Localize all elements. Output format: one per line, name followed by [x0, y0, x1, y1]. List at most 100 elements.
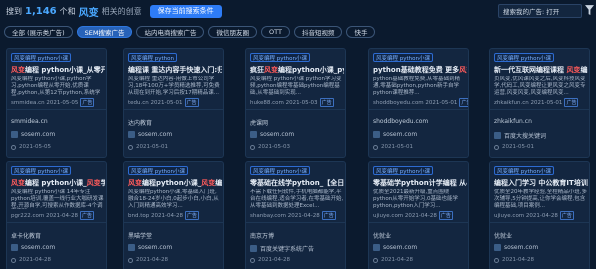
- ad-title[interactable]: 零基础在线学python_【全日...: [250, 178, 344, 188]
- ad-date: 2021-05-03: [258, 144, 290, 150]
- ad-title[interactable]: 新一代互联网编程课程 风变编...: [494, 65, 588, 75]
- source-name: 百度关键字系统广告: [260, 246, 315, 253]
- tab-sem[interactable]: SEM搜索广告: [76, 26, 133, 38]
- keyword-highlight: 风变: [11, 179, 25, 187]
- ad-meta: zhkaikfun.cn 2021-05-01 广告: [494, 98, 579, 107]
- advertiser-name: 虎课网: [250, 120, 269, 127]
- source-name: sosem.com: [21, 244, 56, 251]
- tab-douyin[interactable]: 抖音短视频: [293, 26, 343, 38]
- keyword-highlight: 风变: [459, 66, 467, 74]
- ad-card[interactable]: 风变编程 python小课风变编程 python小课_风变学编...风变编程 p…: [6, 161, 107, 269]
- ad-domain-date: smmidea.cn 2021-05-05: [11, 99, 79, 106]
- ad-description: 优质全2021最新升级,重点围绕python从零开始学习,0基础也能学pytho…: [373, 189, 458, 209]
- source-name: sosem.com: [260, 131, 295, 138]
- divider: [369, 109, 468, 110]
- clock-icon: [128, 257, 133, 263]
- ad-title[interactable]: 风变编程 python小课_风变学编...: [11, 178, 105, 188]
- clock-icon: [494, 257, 499, 263]
- ad-badge: 广告: [80, 98, 95, 107]
- ad-meta: shanbay.com 2021-04-28 广告: [250, 211, 336, 220]
- ad-description: 风变编程 python小课 python学习变频,python编程零基础pyth…: [250, 76, 342, 96]
- keyword-tag: 风变编程 python小课: [494, 53, 554, 62]
- ad-title[interactable]: 疯狂风变编程python小课_py...: [250, 65, 344, 75]
- tab-all[interactable]: 全部 (展示类广告): [4, 26, 73, 38]
- clock-icon: [494, 144, 499, 150]
- source-row: sosem.com: [128, 131, 172, 138]
- ad-title[interactable]: python基础教程免费 更多风变编...: [373, 65, 467, 75]
- site-icon: [128, 131, 135, 138]
- ad-card[interactable]: 风变编程 python 编程课 重达内容手快速入门:归还...风变编程 重达内容-…: [123, 48, 224, 158]
- ad-description: 风变编程 python小课 14年专注python培训,覆盖一线行业大咖研发课程…: [11, 189, 104, 209]
- ad-description: 风变编程python小课,零基础入门班,融合18-24岁小白,0起步小白,小白,…: [128, 189, 219, 209]
- clock-icon: [373, 257, 378, 263]
- source-row: sosem.com: [11, 244, 55, 251]
- date-row: 2021-04-28: [250, 257, 290, 263]
- ad-type-tabs: 全部 (展示类广告) SEM搜索广告 站内电商搜索广告 微信朋友圈 OTT 抖音…: [4, 26, 376, 38]
- ad-card[interactable]: 风变编程 python小课风变编程 python小课_从零开始风变编程 pyth…: [6, 48, 107, 158]
- ad-domain-date: tedu.cn 2021-05-01: [128, 99, 183, 106]
- ad-card[interactable]: 风变编程 python小课风变编程python小课_风变编程...风变编程pyt…: [123, 161, 224, 269]
- ad-date: 2021-04-28: [502, 257, 534, 263]
- keyword-tag: 风变编程 python小课: [250, 166, 310, 175]
- tab-ott[interactable]: OTT: [260, 26, 290, 38]
- keyword-highlight: 风变: [201, 179, 216, 187]
- ad-card[interactable]: 风变编程 python小课 python基础教程免费 更多风变编...python…: [368, 48, 469, 158]
- advertiser-name: zhkaikfun.cn: [494, 118, 532, 125]
- date-row: 2021-05-01: [494, 144, 534, 150]
- divider: [246, 109, 345, 110]
- ad-badge: 广告: [184, 211, 199, 220]
- ad-title[interactable]: 编程课 重达内容手快速入门:归还...: [128, 65, 222, 75]
- advertiser-name: 优就业: [494, 233, 513, 240]
- source-row: sosem.com: [128, 244, 172, 251]
- divider: [490, 109, 589, 110]
- ad-badge: 广告: [459, 98, 468, 107]
- ad-description: 风变编程 重达内容-用做上市公司学习,18年100万+学员精选推荐,可免费从现在…: [128, 76, 220, 96]
- ad-meta: ujiuye.com 2021-04-28 广告: [373, 211, 453, 220]
- tab-kuaishou[interactable]: 快手: [346, 26, 376, 38]
- ad-domain-date: zhkaikfun.cn 2021-05-01: [494, 99, 563, 106]
- clock-icon: [250, 144, 255, 150]
- date-row: 2021-05-01: [128, 144, 168, 150]
- source-name: sosem.com: [383, 244, 418, 251]
- ad-title[interactable]: 风变编程python小课_风变编程...: [128, 178, 222, 188]
- tab-ecommerce[interactable]: 站内电商搜索广告: [136, 26, 205, 38]
- ad-title[interactable]: 风变编程 python小课_从零开始: [11, 65, 105, 75]
- keyword-tag: 风变编程 python小课: [250, 53, 310, 62]
- date-row: 2021-04-28: [128, 257, 168, 263]
- site-icon: [250, 245, 257, 252]
- site-icon: [11, 244, 18, 251]
- advertiser-name: 优就业: [373, 233, 392, 240]
- source-row: sosem.com: [373, 131, 417, 138]
- search-keyword: 风变: [78, 7, 99, 19]
- ad-domain-date: shanbay.com 2021-04-28: [250, 212, 320, 219]
- ad-search-input[interactable]: 搜索我的广告: 打开: [498, 4, 582, 18]
- ad-date: 2021-04-28: [136, 257, 168, 263]
- clock-icon: [250, 257, 255, 263]
- ad-date: 2021-04-28: [258, 257, 290, 263]
- keyword-tag: 风变编程 python小课: [373, 53, 433, 62]
- keyword-highlight: 风变: [128, 179, 142, 187]
- ad-card[interactable]: 风变编程 python小课 零基础在线学python_【全日... 不需下载任何软件…: [245, 161, 346, 269]
- ad-meta: shoddboyedu.com 2021-05-01广告: [373, 98, 468, 107]
- advertiser-name: shoddboyedu.com: [373, 118, 429, 125]
- ad-description: 风变编程 python小课,python学习,python编程从零开始,优质课程…: [11, 76, 101, 96]
- ad-title[interactable]: 零基础学python计学编程 从小日到...: [373, 178, 467, 188]
- advertiser-name: 达内教育: [128, 120, 153, 127]
- source-name: 百度大搜关键词: [504, 133, 547, 140]
- ad-card[interactable]: 风变编程 python小课疯狂风变编程python小课_py...风变编程 py…: [245, 48, 346, 158]
- ad-meta: bnd.top 2021-04-28 广告: [128, 211, 199, 220]
- tab-wechat-moments[interactable]: 微信朋友圈: [208, 26, 257, 38]
- ad-date: 2021-05-05: [19, 144, 51, 150]
- advertiser-name: 黑喵学堂: [128, 233, 153, 240]
- save-search-button[interactable]: 保存当前搜索条件: [149, 4, 222, 18]
- ad-domain-date: pgr222.com 2021-04-28: [11, 212, 78, 219]
- ad-card[interactable]: 风变编程 python小课新一代互联网编程课程 风变编...页风变,优风课风变之…: [489, 48, 590, 158]
- filter-icon[interactable]: [585, 5, 594, 16]
- site-icon: [373, 244, 380, 251]
- ad-badge: 广告: [321, 211, 336, 220]
- ad-card[interactable]: 风变编程 python小课零基础学python计学编程 从小日到...优质全20…: [368, 161, 469, 269]
- ad-card[interactable]: 风变编程 python小课 编程入门学习 中公教育IT培训... 优质全20年教学经…: [489, 161, 590, 269]
- clock-icon: [373, 144, 378, 150]
- ad-title[interactable]: 编程入门学习 中公教育IT培训...: [494, 178, 588, 188]
- date-row: 2021-04-28: [373, 257, 413, 263]
